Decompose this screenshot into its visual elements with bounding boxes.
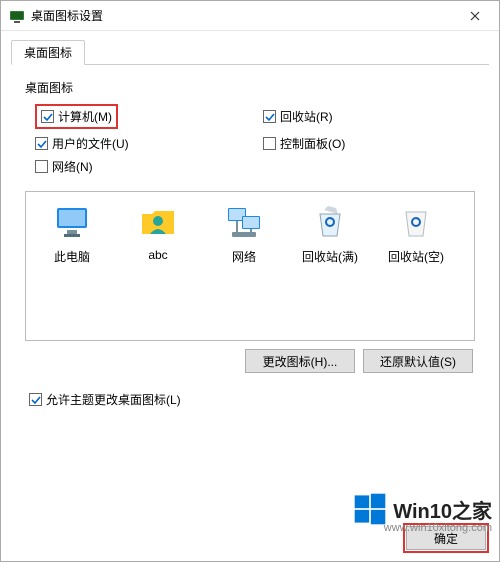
folder-user-icon: [138, 202, 178, 242]
ok-button[interactable]: 确定: [406, 526, 486, 550]
icon-item-recycle-full[interactable]: 回收站(满): [290, 202, 370, 330]
checkbox-control[interactable]: 控制面板(O): [263, 135, 471, 152]
check-icon: [265, 112, 275, 122]
check-icon: [31, 395, 41, 405]
window-title: 桌面图标设置: [31, 7, 455, 24]
icon-item-user[interactable]: abc: [118, 202, 198, 330]
icon-label: abc: [118, 248, 198, 262]
checkbox-box: [41, 110, 54, 123]
icon-label: 网络: [204, 248, 284, 265]
checkbox-box: [29, 393, 42, 406]
tab-panel: 桌面图标 计算机(M) 回收站(R): [11, 64, 489, 515]
highlight-ok: 确定: [403, 523, 489, 553]
checkbox-box: [35, 160, 48, 173]
group-label: 桌面图标: [25, 79, 475, 96]
icon-label: 此电脑: [32, 248, 112, 265]
icon-item-this-pc[interactable]: 此电脑: [32, 202, 112, 330]
check-icon: [37, 139, 47, 149]
titlebar: 桌面图标设置: [1, 1, 499, 31]
icon-item-network[interactable]: 网络: [204, 202, 284, 330]
check-icon: [43, 112, 53, 122]
checkbox-allow-theme[interactable]: 允许主题更改桌面图标(L): [29, 391, 471, 408]
app-icon: [9, 8, 25, 24]
checkbox-label: 允许主题更改桌面图标(L): [46, 391, 181, 408]
checkbox-box: [263, 137, 276, 150]
checkbox-userdocs[interactable]: 用户的文件(U): [35, 135, 243, 152]
desktop-icon-settings-window: 桌面图标设置 桌面图标 桌面图标 计算机(M): [0, 0, 500, 562]
icon-button-row: 更改图标(H)... 还原默认值(S): [25, 341, 475, 381]
checkbox-recycle[interactable]: 回收站(R): [263, 104, 471, 129]
checkbox-grid: 计算机(M) 回收站(R) 用户的文件(U): [25, 100, 475, 185]
highlight-computer: 计算机(M): [35, 104, 118, 129]
recycle-full-icon: [310, 202, 350, 242]
checkbox-label: 用户的文件(U): [52, 135, 129, 152]
icon-item-recycle-empty[interactable]: 回收站(空): [376, 202, 456, 330]
footer-buttons: 确定: [11, 515, 489, 553]
checkbox-network[interactable]: 网络(N): [35, 158, 243, 175]
close-icon: [470, 11, 480, 21]
checkbox-computer[interactable]: 计算机(M): [41, 108, 112, 125]
network-icon: [224, 202, 264, 242]
icon-preview-box: 此电脑 abc 网络 回收站(满): [25, 191, 475, 341]
tab-desktop-icons[interactable]: 桌面图标: [11, 40, 85, 65]
checkbox-box: [35, 137, 48, 150]
checkbox-label: 网络(N): [52, 158, 93, 175]
monitor-icon: [52, 202, 92, 242]
icon-label: 回收站(空): [376, 248, 456, 265]
checkbox-box: [263, 110, 276, 123]
restore-default-button[interactable]: 还原默认值(S): [363, 349, 473, 373]
checkbox-label: 控制面板(O): [280, 135, 345, 152]
checkbox-label: 计算机(M): [58, 108, 112, 125]
icon-label: 回收站(满): [290, 248, 370, 265]
close-button[interactable]: [455, 2, 495, 30]
checkbox-label: 回收站(R): [280, 108, 333, 125]
tab-bar: 桌面图标: [1, 31, 499, 64]
change-icon-button[interactable]: 更改图标(H)...: [245, 349, 355, 373]
recycle-empty-icon: [396, 202, 436, 242]
